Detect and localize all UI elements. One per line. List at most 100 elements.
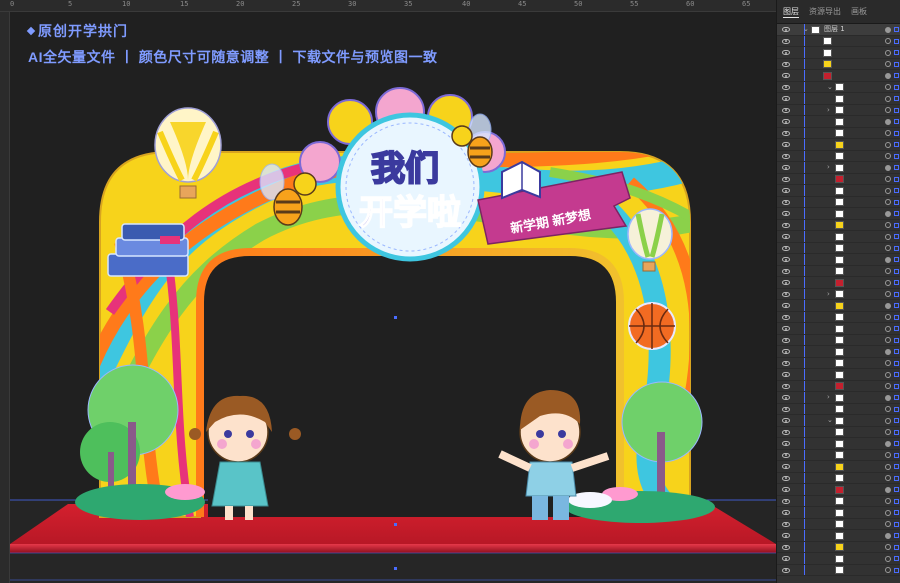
layer-row[interactable] xyxy=(777,139,900,151)
selection-square-icon[interactable] xyxy=(894,418,899,423)
layer-row[interactable] xyxy=(777,265,900,277)
visibility-eye-icon[interactable] xyxy=(782,533,790,538)
selection-square-icon[interactable] xyxy=(894,280,899,285)
layer-row[interactable] xyxy=(777,116,900,128)
target-circle-icon[interactable] xyxy=(885,394,891,401)
layer-row[interactable] xyxy=(777,173,900,185)
selection-square-icon[interactable] xyxy=(894,176,899,182)
selection-square-icon[interactable] xyxy=(894,38,899,44)
layer-row[interactable]: › xyxy=(777,392,900,404)
selection-square-icon[interactable] xyxy=(894,199,899,205)
target-circle-icon[interactable] xyxy=(885,429,891,435)
layer-row[interactable] xyxy=(777,403,900,415)
selection-square-icon[interactable] xyxy=(894,383,899,389)
layer-row[interactable] xyxy=(777,127,900,139)
layer-row[interactable] xyxy=(777,426,900,438)
visibility-eye-icon[interactable] xyxy=(782,567,790,573)
layer-row[interactable] xyxy=(777,93,900,105)
layer-row[interactable] xyxy=(777,58,900,70)
layer-row[interactable] xyxy=(777,254,900,266)
layer-row[interactable]: › xyxy=(777,104,900,116)
expand-chevron-icon[interactable]: › xyxy=(827,106,830,114)
layer-row[interactable] xyxy=(777,495,900,507)
artboard-canvas[interactable]: 我们 开学啦 新学期 新梦想 原创开学拱门 AI全矢量文件 丨 颜色尺寸可随意调… xyxy=(10,12,776,583)
visibility-eye-icon[interactable] xyxy=(782,119,790,124)
target-circle-icon[interactable] xyxy=(885,314,891,320)
layer-row[interactable] xyxy=(777,564,900,576)
visibility-eye-icon[interactable] xyxy=(782,96,790,101)
target-circle-icon[interactable] xyxy=(885,72,891,79)
target-circle-icon[interactable] xyxy=(885,486,891,493)
visibility-eye-icon[interactable] xyxy=(782,429,790,435)
visibility-eye-icon[interactable] xyxy=(782,372,790,377)
visibility-eye-icon[interactable] xyxy=(782,199,790,205)
selection-square-icon[interactable] xyxy=(894,556,899,561)
target-circle-icon[interactable] xyxy=(885,95,891,102)
selection-square-icon[interactable] xyxy=(894,349,899,354)
target-circle-icon[interactable] xyxy=(885,107,891,113)
layer-row[interactable] xyxy=(777,185,900,197)
tab-artboards[interactable]: 画板 xyxy=(851,6,867,17)
target-circle-icon[interactable] xyxy=(885,325,891,332)
layer-row[interactable] xyxy=(777,357,900,369)
visibility-eye-icon[interactable] xyxy=(782,107,790,113)
selection-square-icon[interactable] xyxy=(894,61,899,67)
layer-row[interactable] xyxy=(777,70,900,82)
target-circle-icon[interactable] xyxy=(885,463,891,470)
visibility-eye-icon[interactable] xyxy=(782,406,790,412)
target-circle-icon[interactable] xyxy=(885,245,891,251)
target-circle-icon[interactable] xyxy=(885,210,891,217)
target-circle-icon[interactable] xyxy=(885,233,891,240)
selection-square-icon[interactable] xyxy=(894,234,899,239)
target-circle-icon[interactable] xyxy=(885,417,891,424)
visibility-eye-icon[interactable] xyxy=(782,498,790,504)
target-circle-icon[interactable] xyxy=(885,164,891,171)
selection-square-icon[interactable] xyxy=(894,544,899,550)
target-circle-icon[interactable] xyxy=(885,555,891,562)
selection-square-icon[interactable] xyxy=(894,464,899,469)
visibility-eye-icon[interactable] xyxy=(782,61,790,67)
layer-row[interactable] xyxy=(777,346,900,358)
visibility-eye-icon[interactable] xyxy=(782,452,790,458)
selection-square-icon[interactable] xyxy=(894,395,899,400)
layer-row[interactable] xyxy=(777,472,900,484)
visibility-eye-icon[interactable] xyxy=(782,165,790,170)
visibility-eye-icon[interactable] xyxy=(782,188,790,193)
target-circle-icon[interactable] xyxy=(885,26,891,33)
visibility-eye-icon[interactable] xyxy=(782,153,790,159)
target-circle-icon[interactable] xyxy=(885,141,891,148)
visibility-eye-icon[interactable] xyxy=(782,211,790,216)
visibility-eye-icon[interactable] xyxy=(782,326,790,331)
visibility-eye-icon[interactable] xyxy=(782,349,790,354)
expand-chevron-icon[interactable]: ⌄ xyxy=(827,416,833,424)
layer-row[interactable] xyxy=(777,369,900,381)
selection-square-icon[interactable] xyxy=(894,487,899,492)
selection-square-icon[interactable] xyxy=(894,268,899,274)
visibility-eye-icon[interactable] xyxy=(782,130,790,136)
selection-square-icon[interactable] xyxy=(894,406,899,412)
target-circle-icon[interactable] xyxy=(885,532,891,539)
selection-square-icon[interactable] xyxy=(894,337,899,343)
selection-square-icon[interactable] xyxy=(894,27,899,32)
layer-row[interactable] xyxy=(777,208,900,220)
layer-row-top[interactable]: ⌄ 图层 1 xyxy=(777,24,900,36)
selection-square-icon[interactable] xyxy=(894,142,899,147)
visibility-eye-icon[interactable] xyxy=(782,395,790,400)
layer-row[interactable] xyxy=(777,242,900,254)
target-circle-icon[interactable] xyxy=(885,498,891,504)
target-circle-icon[interactable] xyxy=(885,256,891,263)
target-circle-icon[interactable] xyxy=(885,544,891,550)
layer-row[interactable] xyxy=(777,380,900,392)
selection-square-icon[interactable] xyxy=(894,303,899,308)
visibility-eye-icon[interactable] xyxy=(782,383,790,389)
visibility-eye-icon[interactable] xyxy=(782,27,790,32)
selection-square-icon[interactable] xyxy=(894,567,899,573)
target-circle-icon[interactable] xyxy=(885,222,891,228)
selection-square-icon[interactable] xyxy=(894,257,899,262)
horizontal-ruler[interactable]: 0 5 10 15 20 25 30 35 40 45 50 55 60 65 xyxy=(0,0,776,12)
selection-square-icon[interactable] xyxy=(894,96,899,101)
selection-square-icon[interactable] xyxy=(894,73,899,78)
target-circle-icon[interactable] xyxy=(885,371,891,378)
layer-row[interactable] xyxy=(777,311,900,323)
target-circle-icon[interactable] xyxy=(885,153,891,159)
